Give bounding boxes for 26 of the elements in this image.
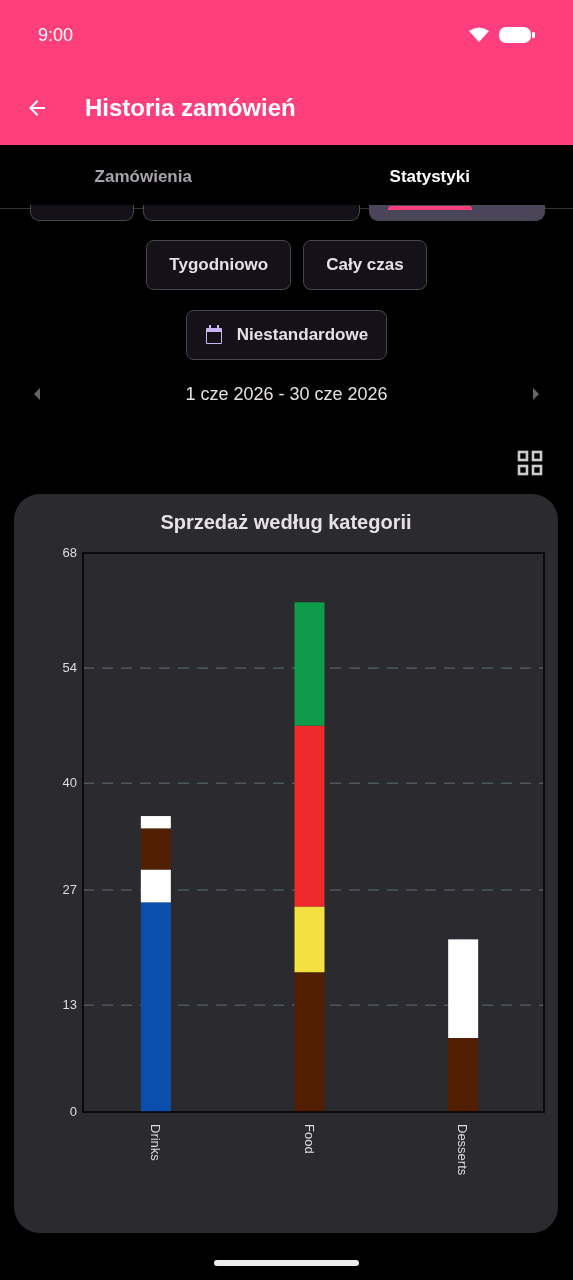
next-icon[interactable] — [532, 387, 540, 401]
y-axis-label: 27 — [62, 882, 77, 898]
y-axis-label: 0 — [69, 1104, 77, 1119]
wifi-icon — [469, 27, 489, 43]
chart-title: Sprzedaż według kategorii — [159, 511, 413, 534]
calendar-icon — [204, 325, 223, 345]
grid-view-icon[interactable] — [517, 450, 543, 476]
tab[interactable]: Statystyki — [286, 145, 573, 208]
filter-chip[interactable] — [143, 205, 360, 221]
filter-chip[interactable]: Tygodniowo — [146, 240, 292, 290]
x-axis-label: Desserts — [455, 1124, 471, 1176]
custom-range-chip[interactable]: Niestandardowe — [185, 310, 388, 360]
x-axis-label: Food — [301, 1124, 317, 1154]
y-axis-label: 68 — [62, 545, 77, 560]
previous-icon[interactable] — [33, 387, 41, 401]
status-time: 9:00 — [38, 24, 74, 46]
date-range: 1 cze 2026 - 30 cze 2026 — [185, 383, 388, 405]
filter-chip[interactable] — [30, 205, 134, 221]
y-axis-label: 54 — [62, 660, 77, 676]
tab[interactable]: Zamówienia — [0, 145, 287, 208]
battery-icon — [499, 26, 535, 44]
x-axis-label: Drinks — [147, 1124, 163, 1161]
screen-title: Historia zamówień — [85, 93, 296, 122]
y-axis-label: 40 — [62, 775, 77, 791]
y-axis-label: 13 — [62, 997, 77, 1013]
filter-chip[interactable]: Cały czas — [303, 240, 427, 290]
